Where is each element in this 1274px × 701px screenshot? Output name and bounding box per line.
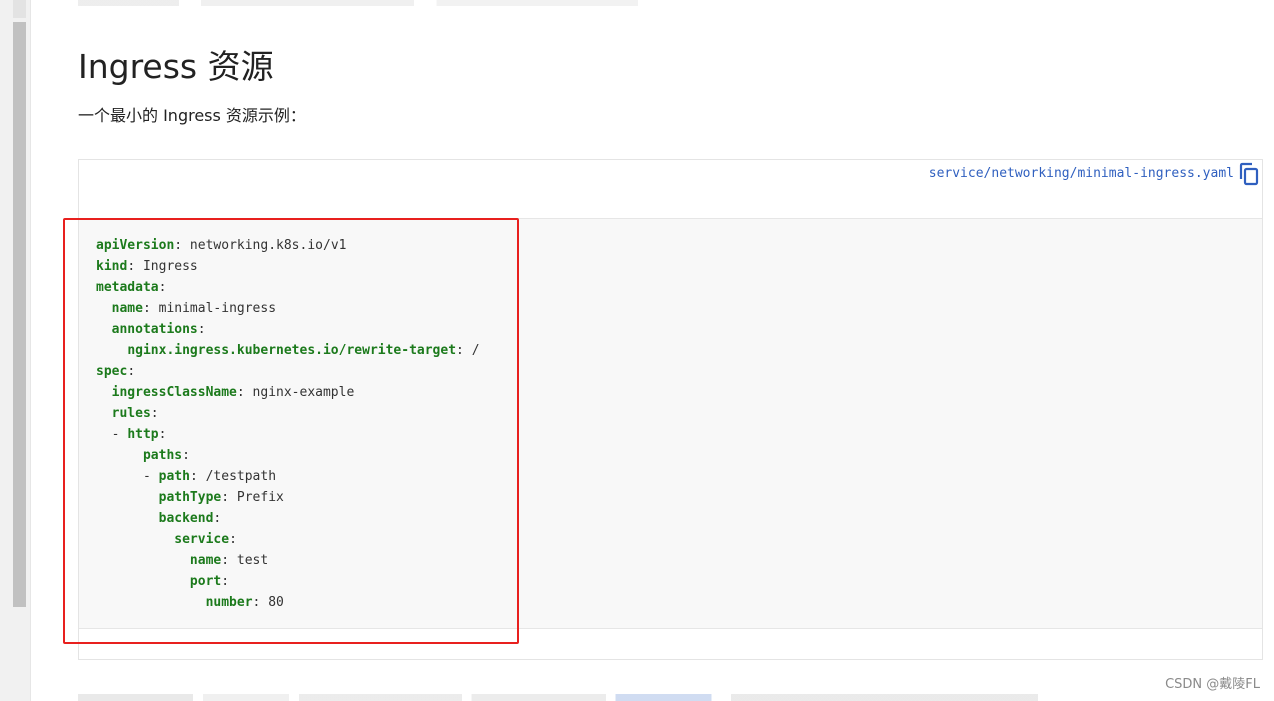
yaml-key: kind <box>96 259 128 274</box>
yaml-key: http <box>127 427 159 442</box>
code-line: annotations: <box>96 319 1262 340</box>
code-line: service: <box>96 529 1262 550</box>
yaml-key: backend <box>158 511 214 526</box>
copy-icon[interactable] <box>1238 162 1260 186</box>
yaml-colon: : <box>221 490 230 505</box>
yaml-colon: : <box>236 385 245 400</box>
yaml-value: 80 <box>260 595 284 610</box>
yaml-value: Prefix <box>229 490 284 505</box>
code-header: service/networking/minimal-ingress.yaml <box>79 160 1262 218</box>
scrollbar-up-area[interactable] <box>13 0 26 18</box>
scrollbar-thumb[interactable] <box>13 22 26 607</box>
code-line: metadata: <box>96 277 1262 298</box>
yaml-colon: : <box>189 469 198 484</box>
yaml-colon: : <box>127 259 136 274</box>
code-line: - path: /testpath <box>96 466 1262 487</box>
code-line: - http: <box>96 424 1262 445</box>
code-line: kind: Ingress <box>96 256 1262 277</box>
yaml-key: number <box>205 595 253 610</box>
yaml-colon: : <box>229 532 237 547</box>
yaml-key: paths <box>142 448 183 463</box>
yaml-colon: : <box>221 553 230 568</box>
yaml-key: rules <box>111 406 151 421</box>
yaml-key: path <box>158 469 190 484</box>
code-example: service/networking/minimal-ingress.yaml … <box>78 159 1263 660</box>
yaml-key: apiVersion <box>96 238 175 253</box>
page-title: Ingress 资源 <box>78 47 274 86</box>
code-line: port: <box>96 571 1262 592</box>
yaml-colon: : <box>213 511 222 526</box>
yaml-value: Ingress <box>135 259 198 274</box>
vertical-scrollbar[interactable] <box>0 0 31 701</box>
cut-off-text-top <box>78 0 638 6</box>
yaml-key: port <box>189 574 222 589</box>
code-line: backend: <box>96 508 1262 529</box>
code-line: apiVersion: networking.k8s.io/v1 <box>96 235 1262 256</box>
yaml-code-block: apiVersion: networking.k8s.io/v1 kind: In… <box>79 218 1262 629</box>
code-line: paths: <box>96 445 1262 466</box>
yaml-key: metadata <box>96 280 159 295</box>
watermark: CSDN @戴陵FL <box>1165 677 1260 692</box>
page: Ingress 资源 一个最小的 Ingress 资源示例： service/n… <box>0 0 1274 701</box>
yaml-colon: : <box>221 574 230 589</box>
code-line: name: minimal-ingress <box>96 298 1262 319</box>
yaml-key: annotations <box>111 322 198 337</box>
intro-text: 一个最小的 Ingress 资源示例： <box>78 106 306 125</box>
code-line: name: test <box>96 550 1262 571</box>
yaml-key: spec <box>96 364 128 379</box>
yaml-value: networking.k8s.io/v1 <box>182 238 347 253</box>
yaml-colon: : <box>197 322 206 337</box>
yaml-value: minimal-ingress <box>150 301 277 316</box>
yaml-value: /testpath <box>197 469 277 484</box>
code-line: nginx.ingress.kubernetes.io/rewrite-targ… <box>96 340 1262 361</box>
yaml-key: name <box>189 553 222 568</box>
file-path-link[interactable]: service/networking/minimal-ingress.yaml <box>929 165 1234 183</box>
yaml-key: nginx.ingress.kubernetes.io/rewrite-targ… <box>127 343 457 358</box>
yaml-colon: : <box>158 427 167 442</box>
code-indent: - <box>96 469 159 484</box>
code-line: ingressClassName: nginx-example <box>96 382 1262 403</box>
yaml-key: service <box>174 532 230 547</box>
code-line: rules: <box>96 403 1262 424</box>
code-line: spec: <box>96 361 1262 382</box>
yaml-key: pathType <box>158 490 222 505</box>
yaml-colon: : <box>158 280 167 295</box>
code-line: number: 80 <box>96 592 1262 613</box>
yaml-colon: : <box>456 343 464 358</box>
yaml-colon: : <box>174 238 183 253</box>
code-line: pathType: Prefix <box>96 487 1262 508</box>
yaml-colon: : <box>182 448 190 463</box>
yaml-colon: : <box>150 406 159 421</box>
cut-off-text-bottom <box>78 694 1038 701</box>
yaml-value: / <box>463 343 480 358</box>
yaml-key: name <box>111 301 143 316</box>
code-indent: - <box>96 427 128 442</box>
yaml-colon: : <box>142 301 151 316</box>
yaml-value: test <box>229 553 269 568</box>
yaml-value: nginx-example <box>244 385 355 400</box>
yaml-colon: : <box>127 364 136 379</box>
yaml-key: ingressClassName <box>111 385 237 400</box>
